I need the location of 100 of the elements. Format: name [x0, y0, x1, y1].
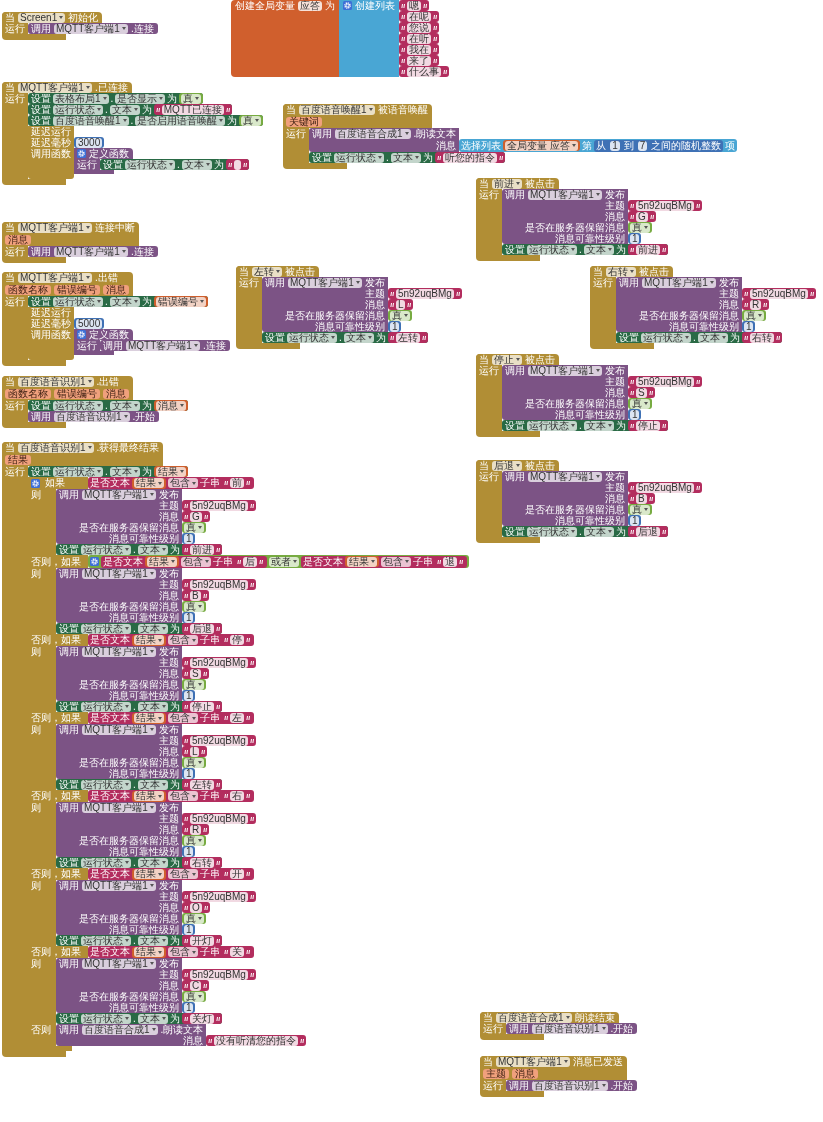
operation-dropdown[interactable]: 包含: [381, 556, 411, 567]
text-field[interactable]: 5n92uqBMg: [395, 288, 454, 299]
number-field[interactable]: 1: [183, 690, 194, 701]
number-field[interactable]: 1: [183, 924, 194, 935]
text-field[interactable]: G: [635, 211, 648, 222]
text-field[interactable]: C: [189, 980, 202, 991]
text-field[interactable]: 前: [230, 478, 244, 488]
number-field[interactable]: 1: [629, 233, 640, 244]
parameter-chip[interactable]: 错误编号: [54, 284, 100, 295]
property-dropdown[interactable]: 文本: [137, 544, 168, 555]
component-dropdown[interactable]: 百度语音唤醒1: [53, 115, 129, 126]
component-dropdown[interactable]: MQTT客户端1: [528, 365, 602, 376]
text-field[interactable]: 5n92uqBMg: [635, 376, 694, 387]
component-dropdown[interactable]: 运行状态: [53, 296, 103, 307]
variable-dropdown[interactable]: 错误编号: [155, 296, 206, 307]
operation-dropdown[interactable]: 包含: [168, 635, 198, 645]
text-field[interactable]: 后退: [635, 526, 660, 537]
boolean-dropdown[interactable]: 真: [183, 522, 204, 533]
component-dropdown[interactable]: 停止: [492, 354, 522, 365]
operation-dropdown[interactable]: 包含: [168, 947, 198, 957]
variable-name-field[interactable]: 应答: [298, 0, 322, 11]
gear-icon[interactable]: [77, 149, 86, 158]
property-dropdown[interactable]: 文本: [137, 857, 168, 868]
property-dropdown[interactable]: 文本: [137, 935, 168, 946]
component-dropdown[interactable]: 百度语音合成1: [335, 128, 411, 139]
text-field[interactable]: 关灯: [189, 1013, 214, 1024]
variable-dropdown[interactable]: 结果: [134, 713, 164, 723]
text-field[interactable]: 来了: [407, 55, 431, 66]
text-field[interactable]: 在听: [407, 33, 431, 44]
component-dropdown[interactable]: MQTT客户端1: [82, 646, 156, 657]
component-dropdown[interactable]: 百度语音识别1: [532, 1023, 608, 1034]
boolean-dropdown[interactable]: 真: [183, 679, 204, 690]
text-field[interactable]: 右: [230, 791, 244, 801]
parameter-chip[interactable]: 结果: [5, 454, 31, 465]
text-field[interactable]: 5n92uqBMg: [635, 200, 694, 211]
boolean-dropdown[interactable]: 真: [389, 310, 410, 321]
component-dropdown[interactable]: MQTT客户端1: [496, 1056, 570, 1067]
text-field[interactable]: S: [635, 387, 647, 398]
component-dropdown[interactable]: 百度语音识别1: [532, 1080, 608, 1091]
text-field[interactable]: 右转: [749, 332, 774, 343]
gear-icon[interactable]: [343, 0, 352, 10]
component-dropdown[interactable]: MQTT客户端1: [126, 340, 200, 351]
operation-dropdown[interactable]: 包含: [168, 869, 198, 879]
component-dropdown[interactable]: 百度语音唤醒1: [299, 104, 375, 115]
boolean-dropdown[interactable]: 真: [183, 835, 204, 846]
component-dropdown[interactable]: MQTT客户端1: [82, 958, 156, 969]
number-field[interactable]: 1: [389, 321, 400, 332]
gear-icon[interactable]: [77, 330, 86, 339]
component-dropdown[interactable]: MQTT客户端1: [82, 802, 156, 813]
variable-dropdown[interactable]: 结果: [147, 556, 177, 567]
text-field[interactable]: 5n92uqBMg: [189, 735, 248, 746]
number-field[interactable]: 7: [637, 140, 648, 151]
component-dropdown[interactable]: MQTT客户端1: [82, 568, 156, 579]
operation-dropdown[interactable]: 包含: [168, 478, 198, 488]
variable-dropdown[interactable]: 结果: [347, 556, 377, 567]
boolean-dropdown[interactable]: 真: [183, 757, 204, 768]
component-dropdown[interactable]: 运行状态: [527, 526, 577, 537]
component-dropdown[interactable]: 运行状态: [81, 544, 131, 555]
text-field[interactable]: G: [189, 511, 202, 522]
component-dropdown[interactable]: MQTT客户端1: [288, 277, 362, 288]
text-field[interactable]: L: [189, 746, 200, 757]
text-field[interactable]: 关: [230, 947, 244, 957]
component-dropdown[interactable]: MQTT客户端1: [18, 222, 92, 233]
text-field[interactable]: 在呢: [407, 11, 431, 22]
operation-dropdown[interactable]: 包含: [168, 713, 198, 723]
property-dropdown[interactable]: 文本: [181, 159, 212, 170]
property-dropdown[interactable]: 文本: [390, 152, 421, 163]
text-field[interactable]: S: [189, 668, 201, 679]
text-field[interactable]: 5n92uqBMg: [189, 579, 248, 590]
text-field[interactable]: 5n92uqBMg: [635, 482, 694, 493]
gear-icon[interactable]: [90, 557, 99, 566]
text-field[interactable]: 您说: [407, 22, 431, 33]
component-dropdown[interactable]: MQTT客户端1: [54, 246, 128, 257]
number-field[interactable]: 1: [183, 1002, 194, 1013]
number-field[interactable]: 1: [183, 768, 194, 779]
component-dropdown[interactable]: MQTT客户端1: [18, 272, 92, 283]
number-field[interactable]: 1: [183, 846, 194, 857]
component-dropdown[interactable]: 运行状态: [81, 701, 131, 712]
text-field[interactable]: 5n92uqBMg: [189, 657, 248, 668]
property-dropdown[interactable]: 文本: [583, 526, 614, 537]
text-field[interactable]: B: [189, 590, 201, 601]
variable-dropdown[interactable]: 消息: [155, 400, 186, 411]
component-dropdown[interactable]: 百度语音合成1: [82, 1024, 158, 1035]
text-field[interactable]: 左转: [189, 779, 214, 790]
parameter-chip[interactable]: 消息: [103, 388, 129, 399]
variable-dropdown[interactable]: 结果: [134, 478, 164, 488]
parameter-chip[interactable]: 函数名称: [5, 388, 51, 399]
component-dropdown[interactable]: 运行状态: [81, 935, 131, 946]
text-field[interactable]: 前进: [635, 244, 660, 255]
text-field[interactable]: 5n92uqBMg: [749, 288, 808, 299]
text-field[interactable]: 我在: [407, 44, 431, 55]
operation-dropdown[interactable]: 包含: [181, 556, 211, 567]
text-field[interactable]: 5n92uqBMg: [189, 813, 248, 824]
text-field[interactable]: R: [749, 299, 762, 310]
variable-dropdown[interactable]: 全局变量 应答: [505, 140, 579, 151]
variable-dropdown[interactable]: 结果: [155, 466, 186, 477]
variable-dropdown[interactable]: 结果: [134, 791, 164, 801]
number-field[interactable]: 1: [743, 321, 754, 332]
component-dropdown[interactable]: MQTT客户端1: [82, 489, 156, 500]
boolean-dropdown[interactable]: 真: [629, 222, 650, 233]
